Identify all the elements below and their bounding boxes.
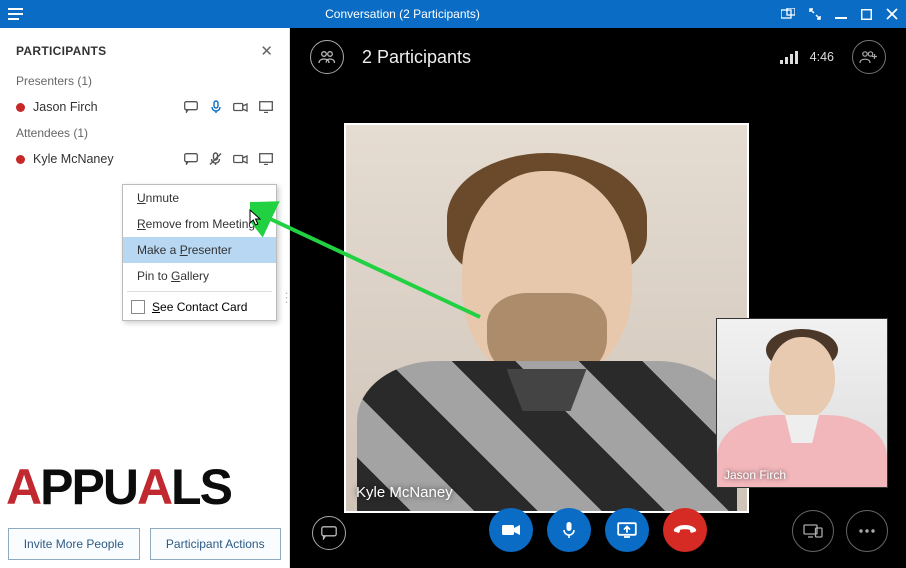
call-controls [489,508,707,552]
more-options-button[interactable] [846,510,888,552]
video-toggle-button[interactable] [489,508,533,552]
presenters-group-label: Presenters (1) [0,68,289,94]
camera-icon[interactable] [233,152,248,167]
mic-muted-icon[interactable] [208,152,223,167]
menu-remove[interactable]: Remove from Meeting [123,211,276,237]
video-tile-name: Jason Firch [724,468,786,482]
participants-panel-title: PARTICIPANTS [16,44,107,58]
participants-count: 2 Participants [362,47,762,68]
main-video-tile[interactable]: Kyle McNaney [344,123,749,513]
hangup-button[interactable] [663,508,707,552]
participant-context-menu: Unmute Remove from Meeting Make a Presen… [122,184,277,321]
menu-make-presenter[interactable]: Make a Presenter [123,237,276,263]
menu-icon[interactable] [8,8,24,20]
attendees-group-label: Attendees (1) [0,120,289,146]
menu-contact-card[interactable]: See Contact Card [123,294,276,320]
participants-panel: PARTICIPANTS ✕ Presenters (1) Jason Firc… [0,28,290,568]
participant-name: Jason Firch [33,100,183,114]
participants-icon[interactable] [310,40,344,74]
im-icon[interactable] [183,152,198,167]
minimize-icon[interactable] [835,8,847,20]
participant-actions-button[interactable]: Participant Actions [150,528,282,560]
im-icon[interactable] [183,100,198,115]
menu-separator [127,291,272,292]
devices-button[interactable] [792,510,834,552]
mic-icon[interactable] [208,100,223,115]
call-duration: 4:46 [810,50,834,64]
camera-icon[interactable] [233,100,248,115]
attendee-row[interactable]: Kyle McNaney [0,146,289,172]
pop-in-icon[interactable] [781,8,795,20]
video-placeholder [717,319,887,487]
participant-controls [183,100,273,115]
panel-resize-handle[interactable]: ⋮ [280,290,291,306]
menu-unmute[interactable]: Unmute [123,185,276,211]
mic-toggle-button[interactable] [547,508,591,552]
pip-video-tile[interactable]: Jason Firch [716,318,888,488]
video-topbar: 2 Participants 4:46 [290,28,906,86]
signal-icon [780,51,798,64]
invite-people-button[interactable]: Invite More People [8,528,140,560]
video-stage: 2 Participants 4:46 Kyle McNaney [290,28,906,568]
screen-icon[interactable] [258,152,273,167]
sidebar-footer: Invite More People Participant Actions [0,520,289,568]
video-tile-name: Kyle McNaney [356,484,453,501]
maximize-icon[interactable] [861,9,872,20]
menu-pin-gallery[interactable]: Pin to Gallery [123,263,276,289]
share-screen-button[interactable] [605,508,649,552]
participant-name: Kyle McNaney [33,152,183,166]
presenter-row[interactable]: Jason Firch [0,94,289,120]
contact-card-icon [131,300,145,314]
screen-icon[interactable] [258,100,273,115]
participant-controls [183,152,273,167]
close-panel-icon[interactable]: ✕ [260,42,273,60]
add-participant-button[interactable] [852,40,886,74]
chat-button[interactable] [312,516,346,550]
status-dot-icon [16,103,25,112]
close-icon[interactable] [886,8,898,20]
video-placeholder [346,125,747,511]
window-title: Conversation (2 Participants) [24,7,781,21]
window-titlebar: Conversation (2 Participants) [0,0,906,28]
status-dot-icon [16,155,25,164]
right-controls [792,510,888,552]
fullscreen-icon[interactable] [809,8,821,20]
